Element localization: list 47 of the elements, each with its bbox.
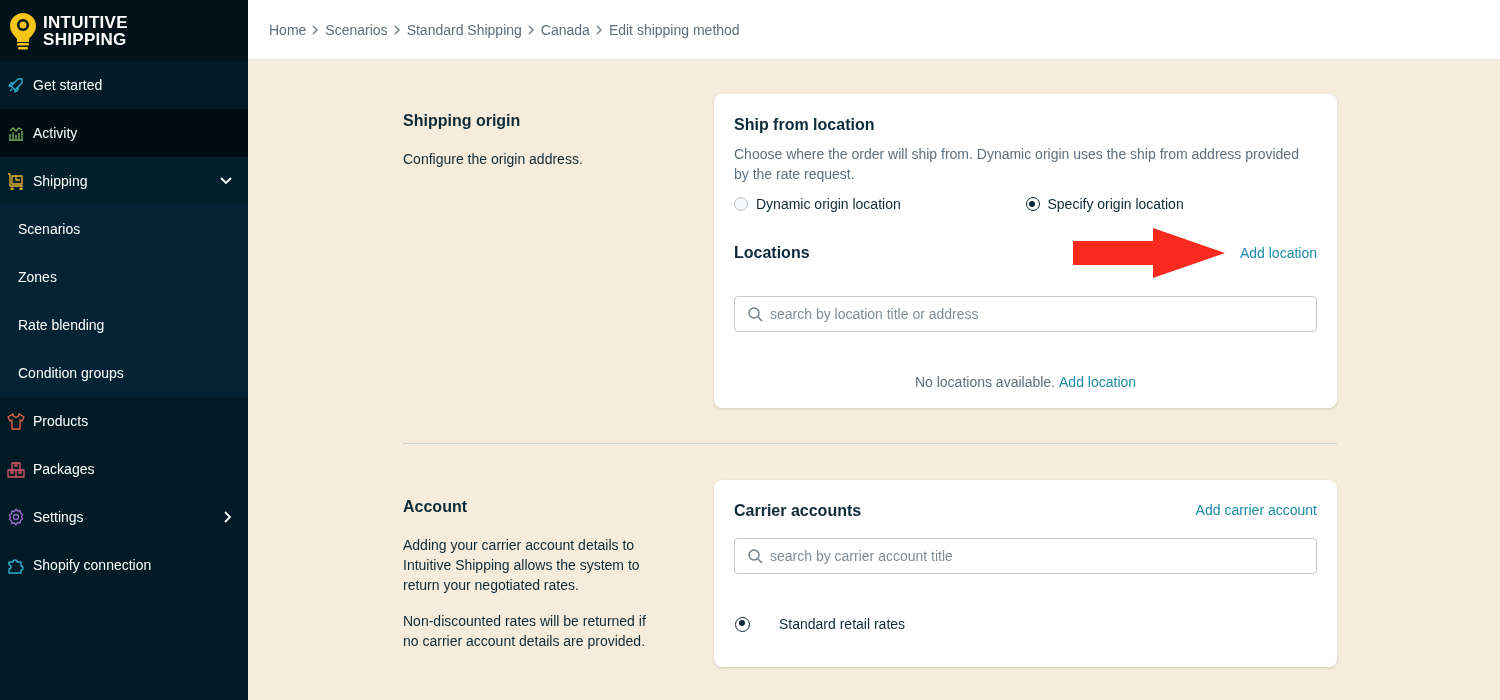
section-title: Account — [403, 498, 468, 516]
radio-label[interactable]: Specify origin location — [1047, 196, 1184, 212]
chevron-right-icon — [393, 24, 401, 35]
rocket-icon — [7, 76, 25, 94]
shirt-icon — [7, 412, 25, 430]
section-description: Configure the origin address. — [403, 150, 584, 169]
subsection-title: Locations — [734, 244, 810, 262]
sidebar-subitem[interactable]: Condition groups — [0, 349, 248, 397]
radio-label[interactable]: Dynamic origin location — [756, 196, 901, 212]
search-icon — [748, 307, 763, 322]
chevron-right-icon — [312, 24, 320, 35]
radio-label[interactable]: Standard retail rates — [779, 616, 906, 632]
sidebar-subitem[interactable]: Scenarios — [0, 205, 248, 253]
puzzle-icon — [7, 556, 25, 574]
section-title: Shipping origin — [403, 112, 522, 130]
radio-button[interactable] — [735, 616, 750, 632]
sidebar-subitem[interactable]: Rate blending — [0, 301, 248, 349]
breadcrumb-link[interactable]: Standard Shipping — [406, 21, 522, 38]
breadcrumb-link[interactable]: Scenarios — [325, 21, 388, 38]
breadcrumb-link[interactable]: Canada — [540, 21, 590, 38]
section-description: Non-discounted rates will be returned if no carrier account details are provided. — [403, 612, 647, 651]
add-location-link[interactable]: Add location — [1059, 374, 1137, 390]
search-field[interactable]: search by carrier account title — [734, 538, 1317, 574]
brand-name: SHIPPING — [43, 30, 128, 48]
search-icon — [748, 549, 763, 564]
empty-message: No locations available. — [914, 374, 1055, 390]
card-description: Choose where the order will ship from. Dynamic origin uses the ship from address provided by the rate request. — [734, 145, 1300, 184]
chevron-right-icon — [224, 511, 232, 523]
sidebar-item[interactable]: Activity — [0, 109, 248, 157]
chevron-right-icon — [595, 24, 603, 35]
add-location-link[interactable]: Add location — [1239, 245, 1317, 261]
add-carrier-account-link[interactable]: Add carrier account — [1195, 502, 1317, 518]
chevron-right-icon — [527, 24, 535, 35]
section-description: Adding your carrier account details to Intuitive Shipping allows the system to return your negotiated rates. — [403, 536, 641, 595]
breadcrumb-link[interactable]: Home — [269, 21, 307, 38]
boxes-icon — [7, 460, 25, 478]
chevron-down-icon — [220, 177, 232, 185]
lightbulb-pin-icon — [9, 11, 37, 50]
brand-name: INTUITIVE — [43, 13, 128, 31]
search-field[interactable]: search by location title or address — [734, 296, 1317, 332]
truck-icon — [7, 172, 25, 190]
radio-button[interactable] — [1025, 197, 1040, 211]
sidebar-subitem[interactable]: Zones — [0, 253, 248, 301]
gear-icon — [7, 508, 25, 526]
card-title: Carrier accounts — [734, 502, 862, 520]
card-title: Ship from location — [734, 116, 875, 134]
sidebar-item[interactable]: Shipping — [0, 157, 248, 205]
